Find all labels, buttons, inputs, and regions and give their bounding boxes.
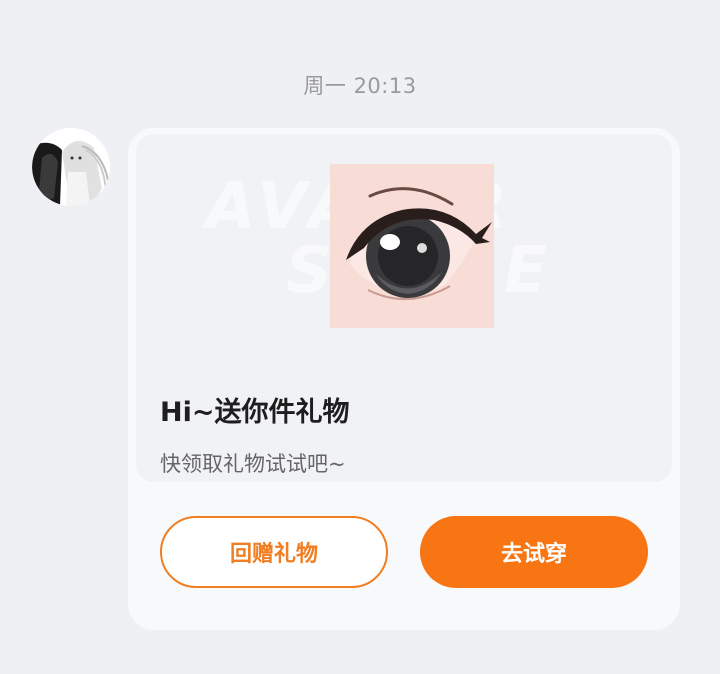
avatar-portrait-icon — [32, 128, 110, 206]
gift-subtitle: 快领取礼物试试吧~ — [160, 452, 346, 476]
anime-eye-icon — [330, 164, 494, 328]
gift-message-card[interactable]: AVATAR STORE Hi~送你件礼物 快领取礼物试试吧~ 回赠礼物 去试穿 — [128, 128, 680, 630]
sender-avatar[interactable] — [32, 128, 110, 206]
message-timestamp: 周一 20:13 — [303, 74, 417, 98]
gift-banner: AVATAR STORE — [136, 134, 672, 482]
gift-title: Hi~送你件礼物 — [160, 397, 350, 428]
try-on-button[interactable]: 去试穿 — [420, 516, 648, 588]
return-gift-button[interactable]: 回赠礼物 — [160, 516, 388, 588]
gift-item-image — [330, 164, 494, 328]
